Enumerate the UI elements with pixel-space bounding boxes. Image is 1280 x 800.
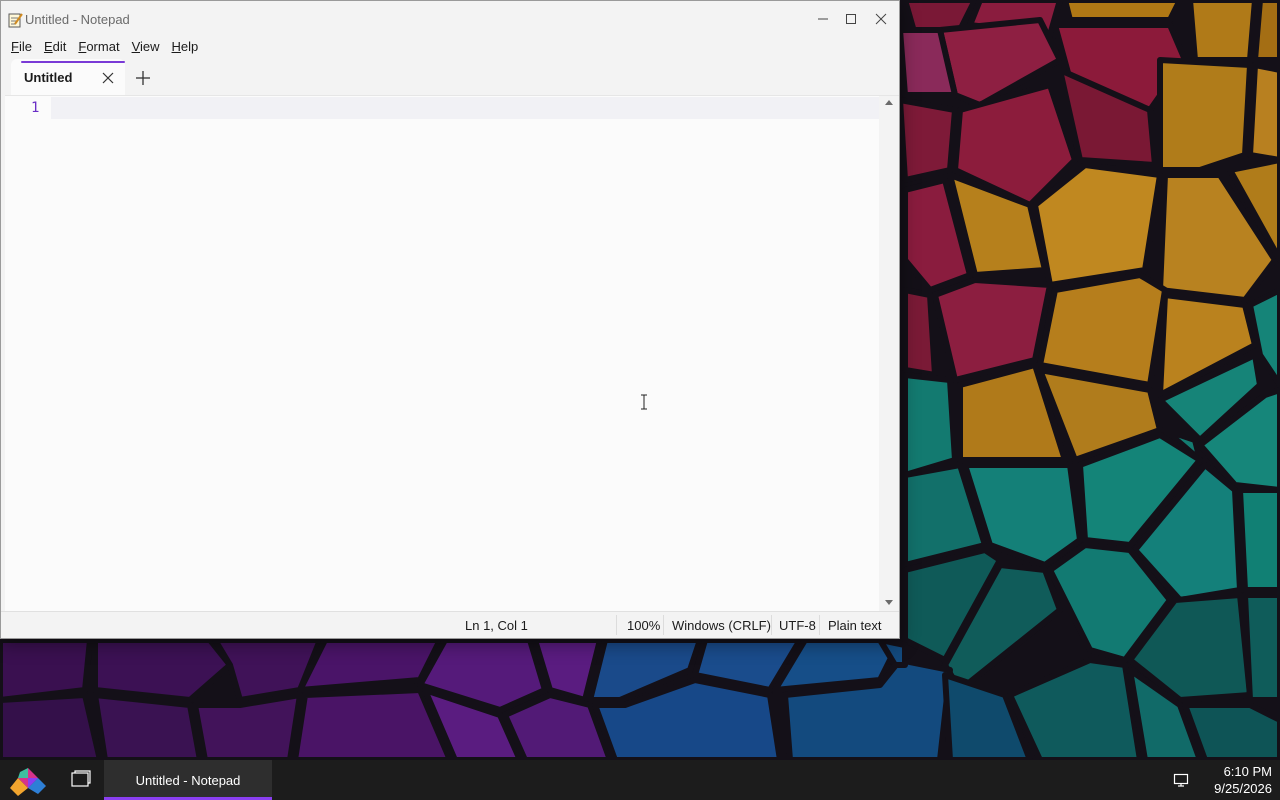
task-view-icon[interactable] [62, 768, 98, 792]
window-title: Untitled - Notepad [25, 12, 130, 27]
clock-date: 9/25/2026 [1214, 781, 1272, 796]
maximize-button[interactable] [836, 5, 866, 33]
taskbar-app-label: Untitled - Notepad [135, 773, 241, 788]
current-line-highlight [51, 97, 879, 119]
status-zoom[interactable]: 100% [627, 618, 660, 633]
close-button[interactable] [866, 5, 896, 33]
line-number: 1 [31, 100, 40, 116]
status-format[interactable]: Plain text [828, 618, 881, 633]
clock-time: 6:10 PM [1223, 764, 1272, 779]
menu-edit[interactable]: Edit [38, 37, 72, 57]
minimize-button[interactable] [808, 5, 838, 33]
scroll-down-arrow-icon[interactable] [885, 600, 893, 605]
taskbar-app-notepad[interactable]: Untitled - Notepad [104, 760, 272, 800]
status-encoding[interactable]: UTF-8 [779, 618, 816, 633]
status-bar: Ln 1, Col 1 100% Windows (CRLF) UTF-8 Pl… [1, 611, 899, 638]
tab-bar: Untitled [1, 59, 899, 96]
tab-label: Untitled [24, 70, 73, 85]
menu-help[interactable]: Help [166, 37, 205, 57]
menu-format[interactable]: Format [72, 37, 125, 57]
minimize-icon [818, 18, 828, 20]
menu-view[interactable]: View [126, 37, 166, 57]
menu-bar: File Edit Format View Help [5, 37, 204, 57]
status-divider [819, 615, 820, 635]
active-tab-indicator [21, 61, 125, 63]
status-cursor-position: Ln 1, Col 1 [465, 618, 528, 633]
text-cursor-icon [641, 394, 647, 410]
system-clock[interactable]: 6:10 PM 9/25/2026 [1200, 763, 1272, 797]
notepad-window: Untitled - Notepad File Edit Format View… [0, 0, 900, 639]
show-desktop-icon[interactable] [1173, 772, 1189, 788]
plus-icon[interactable] [133, 68, 153, 88]
tab-untitled[interactable]: Untitled [11, 59, 125, 96]
maximize-icon [846, 14, 856, 24]
notepad-app-icon [8, 13, 23, 28]
taskbar: Untitled - Notepad 6:10 PM 9/25/2026 [0, 760, 1280, 800]
close-icon [875, 13, 887, 25]
menu-file[interactable]: File [5, 37, 38, 57]
scroll-up-arrow-icon[interactable] [885, 100, 893, 105]
tab-close-icon[interactable] [101, 71, 115, 85]
status-divider [616, 615, 617, 635]
status-divider [771, 615, 772, 635]
text-editor[interactable]: 1 [5, 95, 899, 612]
status-divider [663, 615, 664, 635]
start-menu-icon[interactable] [8, 764, 48, 796]
status-line-ending[interactable]: Windows (CRLF) [672, 618, 771, 633]
vertical-scrollbar[interactable] [879, 96, 899, 612]
title-bar[interactable]: Untitled - Notepad [1, 1, 899, 37]
